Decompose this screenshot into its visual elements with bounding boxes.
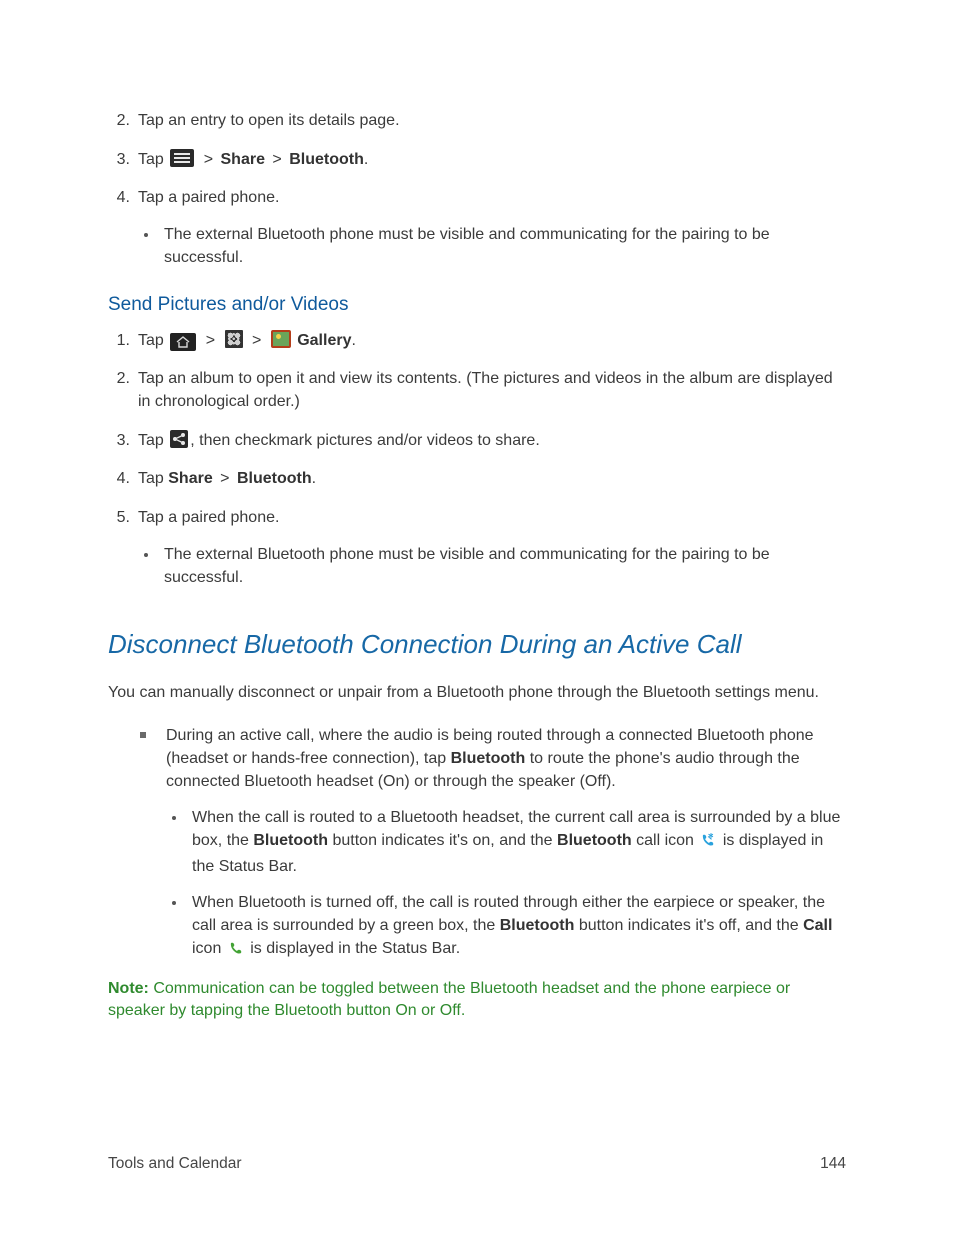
- subheading-send-pictures: Send Pictures and/or Videos: [108, 294, 846, 316]
- chevron-right: >: [220, 470, 229, 487]
- step-5: 5. Tap a paired phone. The external Blue…: [108, 507, 846, 589]
- step-text: Tap an album to open it and view its con…: [138, 370, 833, 410]
- menu-icon: [170, 149, 194, 167]
- period: .: [364, 151, 368, 168]
- step-number: 4.: [108, 468, 130, 491]
- label-bluetooth: Bluetooth: [289, 151, 364, 168]
- gallery-icon: [271, 330, 291, 348]
- text: call icon: [632, 832, 699, 849]
- label-tap: Tap: [138, 432, 164, 449]
- label-share: Share: [168, 470, 212, 487]
- sub-bullets: The external Bluetooth phone must be vis…: [138, 544, 846, 589]
- share-icon: [170, 430, 188, 448]
- sub-bullet-text: The external Bluetooth phone must be vis…: [164, 546, 770, 586]
- step-number: 5.: [108, 507, 130, 530]
- apps-grid-icon: [225, 330, 243, 348]
- home-icon: [170, 333, 196, 351]
- footer-page-number: 144: [820, 1155, 846, 1173]
- note-label: Note:: [108, 980, 149, 997]
- call-icon: [228, 940, 244, 964]
- label-gallery: Gallery: [297, 332, 351, 349]
- text: is displayed in the Status Bar.: [246, 940, 460, 957]
- text: button indicates it's off, and the: [574, 917, 803, 934]
- step-number: 3.: [108, 430, 130, 453]
- sub-bullet-text: The external Bluetooth phone must be vis…: [164, 226, 770, 266]
- sub-bullet: When Bluetooth is turned off, the call i…: [166, 892, 846, 963]
- step-text: Tap an entry to open its details page.: [138, 112, 400, 129]
- period: .: [351, 332, 355, 349]
- sub-bullets: The external Bluetooth phone must be vis…: [138, 224, 846, 269]
- square-bullet-list: During an active call, where the audio i…: [136, 725, 846, 963]
- step-number: 2.: [108, 368, 130, 391]
- square-bullet: During an active call, where the audio i…: [136, 725, 846, 963]
- step-number: 4.: [108, 187, 130, 210]
- step-number: 2.: [108, 110, 130, 133]
- sub-bullet: The external Bluetooth phone must be vis…: [138, 224, 846, 269]
- bluetooth-call-icon: [700, 832, 716, 856]
- step-text: Tap a paired phone.: [138, 189, 279, 206]
- note-text: Communication can be toggled between the…: [108, 980, 790, 1020]
- chevron-right: >: [204, 151, 213, 168]
- step-3: 3. Tap > Share > Bluetooth.: [108, 149, 846, 172]
- label-bluetooth: Bluetooth: [253, 832, 328, 849]
- document-page: 2. Tap an entry to open its details page…: [0, 0, 954, 1235]
- step-2: 2. Tap an entry to open its details page…: [108, 110, 846, 133]
- section-title-disconnect-bluetooth: Disconnect Bluetooth Connection During a…: [108, 629, 846, 660]
- sub-bullets: When the call is routed to a Bluetooth h…: [166, 807, 846, 963]
- ordered-list-share-contact: 2. Tap an entry to open its details page…: [108, 110, 846, 270]
- label-bluetooth: Bluetooth: [500, 917, 575, 934]
- step-4: 4. Tap a paired phone. The external Blue…: [108, 187, 846, 269]
- label-call: Call: [803, 917, 832, 934]
- text: icon: [192, 940, 226, 957]
- ordered-list-send-pictures: 1. Tap > > Gallery. 2. Tap an album to o…: [108, 330, 846, 590]
- sub-bullet: The external Bluetooth phone must be vis…: [138, 544, 846, 589]
- label-bluetooth: Bluetooth: [557, 832, 632, 849]
- step-number: 3.: [108, 149, 130, 172]
- label-tap: Tap: [138, 470, 168, 487]
- text: button indicates it's on, and the: [328, 832, 557, 849]
- step-number: 1.: [108, 330, 130, 353]
- label-tap: Tap: [138, 151, 164, 168]
- footer-section: Tools and Calendar: [108, 1155, 242, 1173]
- step-text-after: , then checkmark pictures and/or videos …: [190, 432, 540, 449]
- step-4: 4. Tap Share > Bluetooth.: [108, 468, 846, 491]
- chevron-right: >: [206, 332, 215, 349]
- step-3: 3. Tap , then checkmark pictures and/or …: [108, 430, 846, 453]
- sub-bullet: When the call is routed to a Bluetooth h…: [166, 807, 846, 878]
- period: .: [312, 470, 316, 487]
- chevron-right: >: [272, 151, 281, 168]
- step-2: 2. Tap an album to open it and view its …: [108, 368, 846, 413]
- label-bluetooth: Bluetooth: [451, 750, 526, 767]
- section-intro: You can manually disconnect or unpair fr…: [108, 682, 846, 705]
- note: Note: Communication can be toggled betwe…: [108, 978, 846, 1023]
- label-bluetooth: Bluetooth: [237, 470, 312, 487]
- label-tap: Tap: [138, 332, 164, 349]
- label-share: Share: [221, 151, 265, 168]
- step-text: Tap a paired phone.: [138, 509, 279, 526]
- chevron-right: >: [252, 332, 261, 349]
- step-1: 1. Tap > > Gallery.: [108, 330, 846, 353]
- page-footer: Tools and Calendar 144: [108, 1155, 846, 1173]
